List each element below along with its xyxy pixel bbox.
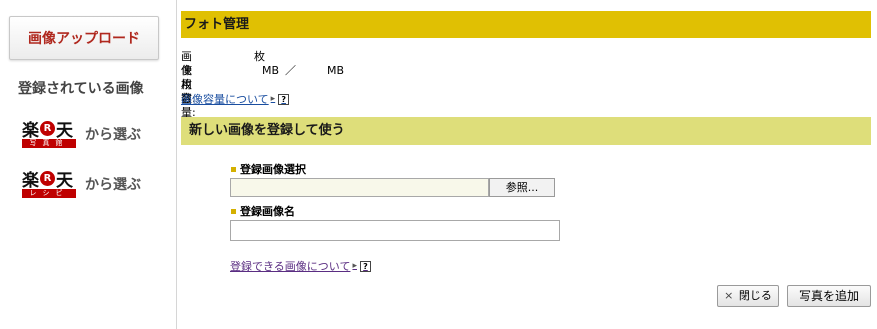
close-button[interactable]: × 閉じる	[717, 285, 779, 307]
rakuten-recipe-logo: 楽 R 天 レシピ	[22, 169, 76, 199]
image-name-label: 登録画像名	[231, 203, 295, 219]
capacity-info-link[interactable]: 画像容量について ▸ ?	[181, 91, 290, 107]
rakuten-photo-choose[interactable]: 楽 R 天 写真館 から選ぶ	[22, 119, 141, 149]
file-select-label: 登録画像選択	[231, 161, 306, 177]
registrable-images-text: 登録できる画像について	[230, 260, 351, 273]
choose-label: から選ぶ	[85, 177, 141, 193]
logo-char: 天	[56, 171, 73, 191]
image-count-unit: 枚	[254, 50, 265, 63]
logo-r-mark: R	[40, 121, 55, 136]
page-title: フォト管理	[181, 11, 871, 38]
image-name-input[interactable]	[230, 220, 560, 241]
logo-sub-label: 写真館	[22, 139, 76, 148]
main-panel: フォト管理 画像枚数: 枚 使用容量: MB ／ MB 画像容量について ▸ ?…	[180, 0, 877, 329]
usage-separator: ／	[285, 64, 296, 77]
external-arrow-icon: ▸	[270, 94, 276, 104]
file-select-label-text: 登録画像選択	[240, 163, 306, 176]
section-title: 新しい画像を登録して使う	[181, 117, 871, 145]
help-icon: ?	[359, 260, 371, 272]
logo-char: 楽	[22, 171, 39, 191]
browse-button[interactable]: 参照...	[489, 178, 555, 197]
sidebar: 画像アップロード 登録されている画像 楽 R 天 写真館 から選ぶ 楽 R 天 …	[0, 0, 177, 329]
bullet-square-icon	[231, 208, 236, 214]
total-unit: MB	[327, 64, 345, 77]
logo-r-mark: R	[40, 171, 55, 186]
logo-char: 楽	[22, 121, 39, 141]
external-arrow-icon: ▸	[352, 261, 357, 271]
used-unit: MB	[262, 64, 280, 77]
close-icon: ×	[724, 289, 734, 302]
logo-char: 天	[56, 121, 73, 141]
registrable-images-link[interactable]: 登録できる画像について ▸ ?	[230, 258, 371, 274]
logo-sub-label: レシピ	[22, 189, 76, 198]
add-photo-button[interactable]: 写真を追加	[787, 285, 871, 307]
image-name-label-text: 登録画像名	[240, 205, 295, 218]
help-icon: ?	[278, 93, 290, 105]
choose-label: から選ぶ	[85, 127, 141, 143]
capacity-info-text: 画像容量について	[181, 93, 269, 106]
close-button-label: 閉じる	[738, 289, 772, 302]
registered-images-link[interactable]: 登録されている画像	[18, 78, 144, 98]
rakuten-recipe-choose[interactable]: 楽 R 天 レシピ から選ぶ	[22, 169, 141, 199]
upload-tab[interactable]: 画像アップロード	[9, 16, 159, 60]
upload-tab-label: 画像アップロード	[28, 31, 140, 47]
rakuten-photo-logo: 楽 R 天 写真館	[22, 119, 76, 149]
file-path-field[interactable]	[230, 178, 489, 197]
bullet-square-icon	[231, 166, 236, 172]
